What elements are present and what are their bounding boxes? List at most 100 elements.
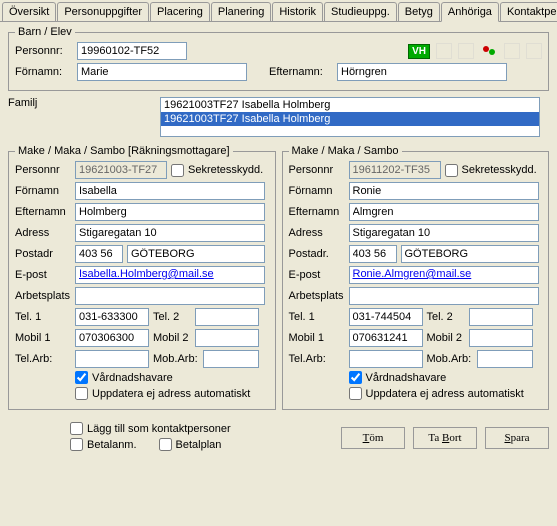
l-mobil1-input[interactable] xyxy=(75,329,149,347)
r-mobil1-input[interactable] xyxy=(349,329,423,347)
r-personnr-input xyxy=(349,161,441,179)
l-personnr-input xyxy=(75,161,167,179)
tab-oversikt[interactable]: Översikt xyxy=(2,2,56,21)
l-sekretess-label: Sekretesskydd. xyxy=(188,164,263,176)
toolbar-icon-4[interactable] xyxy=(526,43,542,59)
l-tel2-label: Tel. 2 xyxy=(153,311,191,323)
personnr-label: Personnr: xyxy=(15,45,73,57)
r-arbetsplats-label: Arbetsplats xyxy=(289,290,345,302)
toolbar-icon-3[interactable] xyxy=(504,43,520,59)
r-telarb-label: Tel.Arb: xyxy=(289,353,345,365)
tab-planering[interactable]: Planering xyxy=(211,2,271,21)
l-postadr-label: Postadr xyxy=(15,248,71,260)
l-adress-label: Adress xyxy=(15,227,71,239)
r-vardnad-check[interactable] xyxy=(349,371,362,384)
l-mobil2-input[interactable] xyxy=(195,329,259,347)
tab-personuppgifter[interactable]: Personuppgifter xyxy=(57,2,149,21)
r-mobil1-label: Mobil 1 xyxy=(289,332,345,344)
l-uppdatera-check[interactable] xyxy=(75,387,88,400)
l-mobil2-label: Mobil 2 xyxy=(153,332,191,344)
l-mobarb-label: Mob.Arb: xyxy=(153,353,199,365)
left-legend: Make / Maka / Sambo [Räkningsmottagare] xyxy=(15,145,233,157)
l-ort-input[interactable] xyxy=(127,245,265,263)
l-mobarb-input[interactable] xyxy=(203,350,259,368)
tom-button[interactable]: Töm xyxy=(341,427,405,449)
r-mobil2-input[interactable] xyxy=(469,329,533,347)
r-fornamn-input[interactable] xyxy=(349,182,539,200)
r-adress-input[interactable] xyxy=(349,224,539,242)
pin-icon[interactable] xyxy=(480,43,498,59)
lagg-till-check[interactable] xyxy=(70,422,83,435)
l-tel1-label: Tel. 1 xyxy=(15,311,71,323)
tabort-button[interactable]: Ta Bort xyxy=(413,427,477,449)
left-spouse-group: Make / Maka / Sambo [Räkningsmottagare] … xyxy=(8,145,276,410)
tab-anhoriga[interactable]: Anhöriga xyxy=(441,2,499,22)
r-epost-link[interactable]: Ronie.Almgren@mail.se xyxy=(353,268,472,280)
l-fornamn-input[interactable] xyxy=(75,182,265,200)
r-epost-label: E-post xyxy=(289,269,345,281)
barn-elev-legend: Barn / Elev xyxy=(15,26,75,38)
r-ort-input[interactable] xyxy=(401,245,539,263)
l-postnr-input[interactable] xyxy=(75,245,123,263)
toolbar-icon-2[interactable] xyxy=(458,43,474,59)
familj-item-2[interactable]: 19621003TF27 Isabella Holmberg xyxy=(161,112,539,126)
l-tel2-input[interactable] xyxy=(195,308,259,326)
right-legend: Make / Maka / Sambo xyxy=(289,145,402,157)
betalanm-label: Betalanm. xyxy=(87,439,137,451)
r-vardnad-label: Vårdnadshavare xyxy=(366,372,447,384)
tab-bar: Översikt Personuppgifter Placering Plane… xyxy=(0,0,557,22)
l-vardnad-check[interactable] xyxy=(75,371,88,384)
r-sekretess-check[interactable] xyxy=(445,164,458,177)
l-uppdatera-label: Uppdatera ej adress automatiskt xyxy=(92,388,250,400)
r-telarb-input[interactable] xyxy=(349,350,423,368)
l-efternamn-input[interactable] xyxy=(75,203,265,221)
right-spouse-group: Make / Maka / Sambo Personnr Sekretessky… xyxy=(282,145,550,410)
r-postnr-input[interactable] xyxy=(349,245,397,263)
r-uppdatera-check[interactable] xyxy=(349,387,362,400)
l-tel1-input[interactable] xyxy=(75,308,149,326)
tab-historik[interactable]: Historik xyxy=(272,2,323,21)
familj-listbox[interactable]: 19621003TF27 Isabella Holmberg 19621003T… xyxy=(160,97,540,137)
r-mobarb-input[interactable] xyxy=(477,350,533,368)
tab-studieuppg[interactable]: Studieuppg. xyxy=(324,2,397,21)
l-arbetsplats-input[interactable] xyxy=(75,287,265,305)
r-fornamn-label: Förnamn xyxy=(289,185,345,197)
tab-placering[interactable]: Placering xyxy=(150,2,210,21)
l-fornamn-label: Förnamn xyxy=(15,185,71,197)
tab-kontaktpersoner[interactable]: Kontaktpersoner xyxy=(500,2,557,21)
r-arbetsplats-input[interactable] xyxy=(349,287,539,305)
r-mobarb-label: Mob.Arb: xyxy=(427,353,473,365)
l-epost-link[interactable]: Isabella.Holmberg@mail.se xyxy=(79,268,214,280)
l-telarb-input[interactable] xyxy=(75,350,149,368)
familj-label: Familj xyxy=(8,97,156,109)
l-arbetsplats-label: Arbetsplats xyxy=(15,290,71,302)
r-tel2-label: Tel. 2 xyxy=(427,311,465,323)
betalanm-check[interactable] xyxy=(70,438,83,451)
fornamn-input[interactable] xyxy=(77,63,247,81)
r-uppdatera-label: Uppdatera ej adress automatiskt xyxy=(366,388,524,400)
vh-badge: VH xyxy=(408,44,430,59)
l-efternamn-label: Efternamn xyxy=(15,206,71,218)
toolbar-icon-1[interactable] xyxy=(436,43,452,59)
r-tel1-label: Tel. 1 xyxy=(289,311,345,323)
l-mobil1-label: Mobil 1 xyxy=(15,332,71,344)
r-tel1-input[interactable] xyxy=(349,308,423,326)
familj-item-1[interactable]: 19621003TF27 Isabella Holmberg xyxy=(161,98,539,112)
efternamn-input[interactable] xyxy=(337,63,507,81)
betalplan-check[interactable] xyxy=(159,438,172,451)
l-epost-label: E-post xyxy=(15,269,71,281)
spara-button[interactable]: Spara xyxy=(485,427,549,449)
r-sekretess-label: Sekretesskydd. xyxy=(462,164,537,176)
betalplan-label: Betalplan xyxy=(176,439,222,451)
tab-betyg[interactable]: Betyg xyxy=(398,2,440,21)
l-telarb-label: Tel.Arb: xyxy=(15,353,71,365)
r-efternamn-input[interactable] xyxy=(349,203,539,221)
l-sekretess-check[interactable] xyxy=(171,164,184,177)
r-adress-label: Adress xyxy=(289,227,345,239)
l-adress-input[interactable] xyxy=(75,224,265,242)
r-mobil2-label: Mobil 2 xyxy=(427,332,465,344)
l-vardnad-label: Vårdnadshavare xyxy=(92,372,173,384)
r-tel2-input[interactable] xyxy=(469,308,533,326)
personnr-input[interactable] xyxy=(77,42,187,60)
efternamn-label: Efternamn: xyxy=(269,66,333,78)
